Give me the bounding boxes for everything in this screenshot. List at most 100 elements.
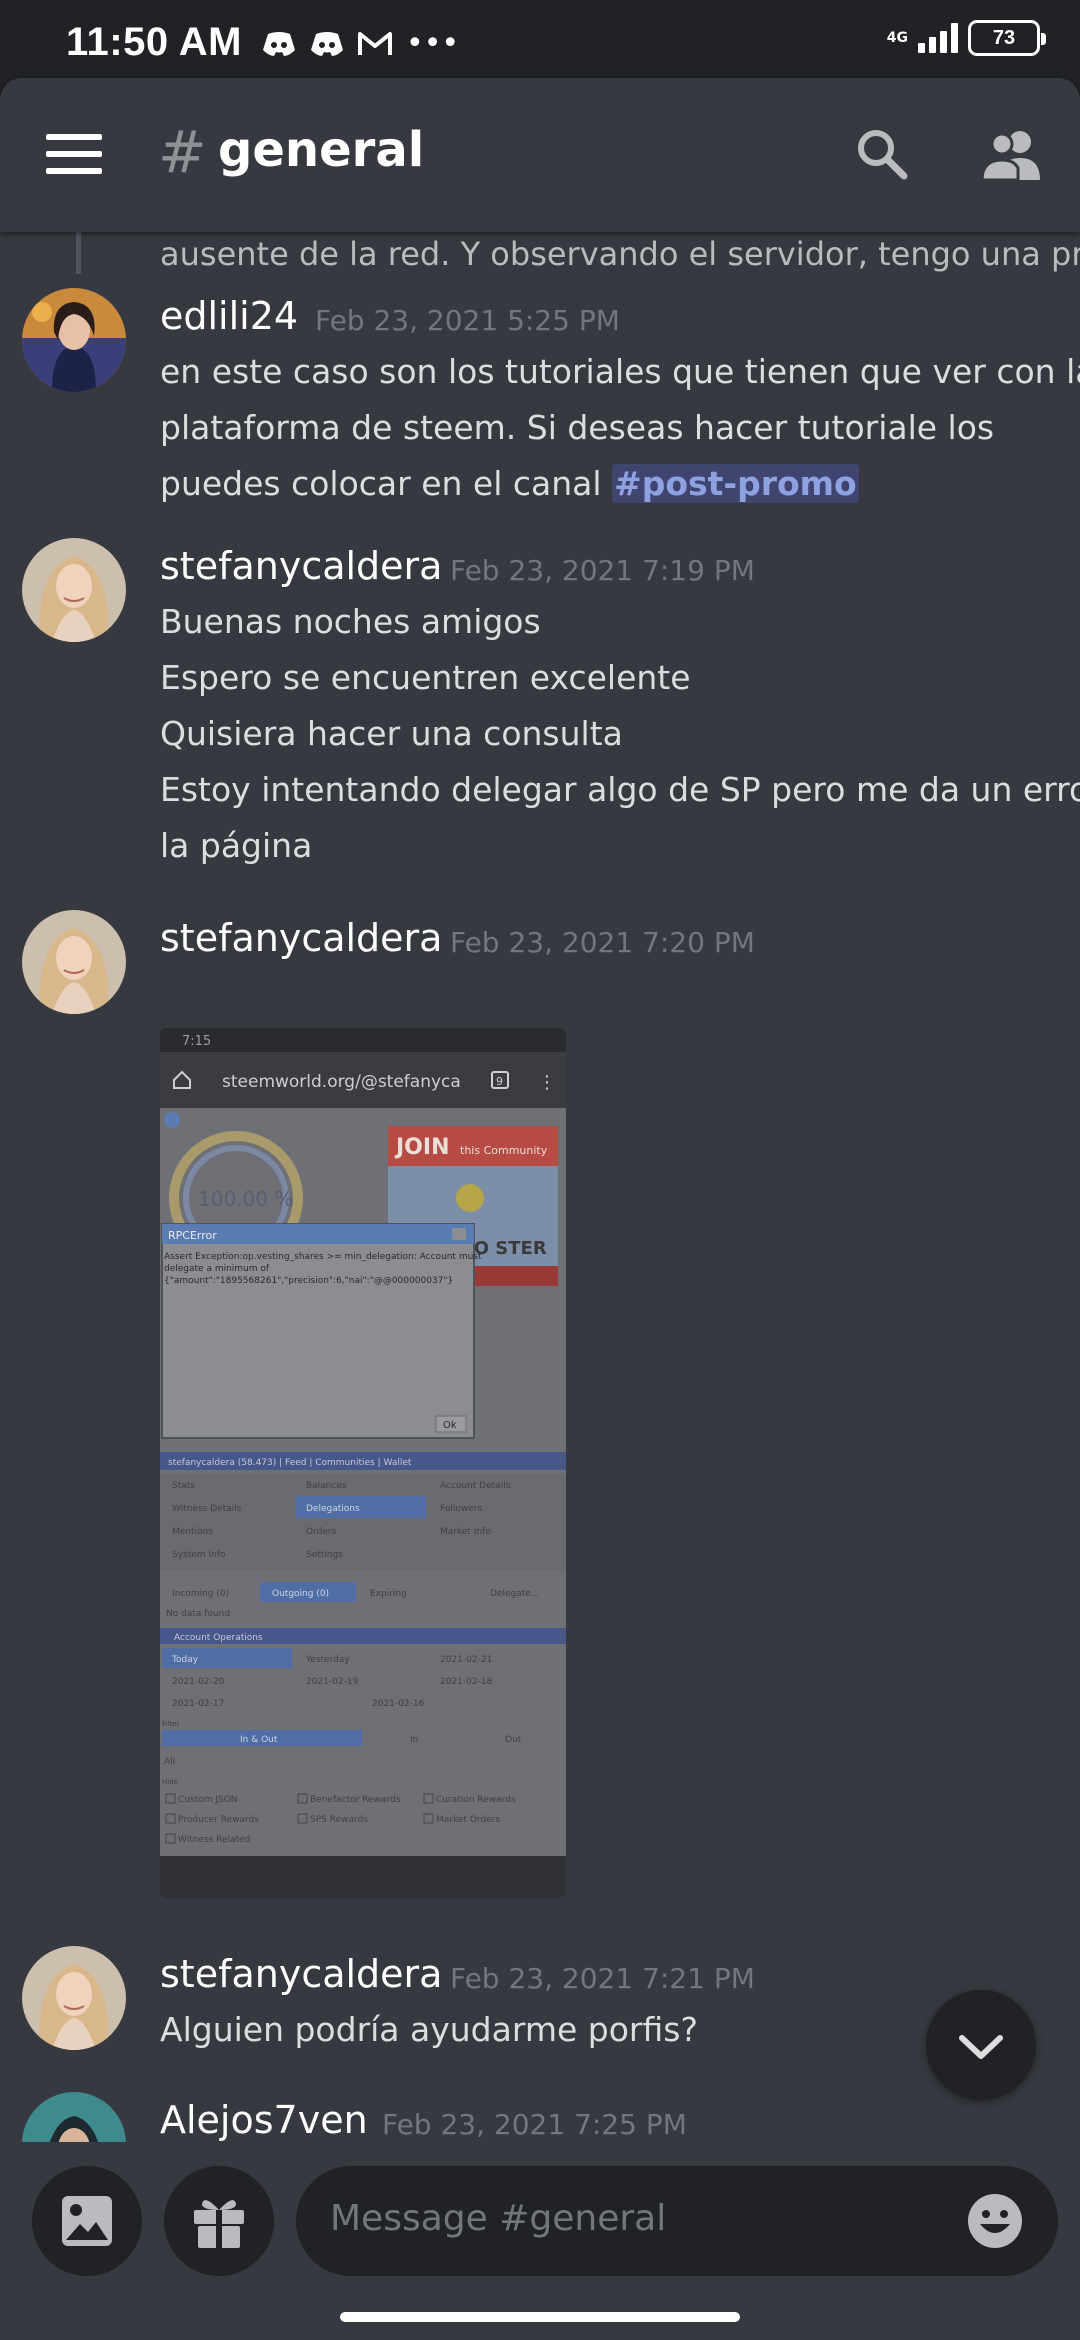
attachment-checkbox: Producer Rewards xyxy=(178,1815,259,1825)
members-icon[interactable] xyxy=(980,126,1042,182)
status-bar: 11:50 AM ••• 4G 73 xyxy=(0,0,1080,78)
attachment-checkbox: Curation Rewards xyxy=(436,1795,516,1805)
message-input[interactable]: Message #general xyxy=(296,2166,1058,2276)
attachment-menu-item: Delegations xyxy=(306,1504,360,1514)
attachment-menu-item: System Info xyxy=(172,1550,226,1560)
attachment-menu-item: Mentions xyxy=(172,1527,213,1537)
message-text: Estoy intentando delegar algo de SP pero… xyxy=(160,770,1080,809)
message-author[interactable]: Alejos7ven xyxy=(160,2098,368,2142)
attachment-menu-item: Orders xyxy=(306,1527,337,1537)
attachment-date: 2021-02-19 xyxy=(306,1677,359,1687)
channel-header: # general xyxy=(0,78,1080,232)
signal-icon xyxy=(918,23,958,53)
attachment-date: 2021-02-18 xyxy=(440,1677,493,1687)
chevron-down-icon xyxy=(959,2035,1003,2059)
avatar[interactable] xyxy=(22,910,126,1014)
attachment-dialog-text: Assert Exception:op.vesting_shares >= mi… xyxy=(164,1252,482,1262)
message-list[interactable]: ausente de la red. Y observando el servi… xyxy=(0,232,1080,2142)
network-type: 4G xyxy=(886,30,908,46)
attachment-hide-label: Hide xyxy=(162,1778,178,1786)
attachment-tab-count: 9 xyxy=(496,1075,503,1088)
message-input-placeholder: Message #general xyxy=(330,2198,667,2239)
message-timestamp: Feb 23, 2021 7:25 PM xyxy=(382,2108,687,2141)
attachment-nav: stefanycaldera (58.473) | Feed | Communi… xyxy=(168,1458,412,1468)
gift-icon xyxy=(194,2200,244,2248)
avatar[interactable] xyxy=(22,1946,126,2050)
avatar[interactable] xyxy=(22,538,126,642)
search-icon[interactable] xyxy=(854,126,910,182)
attachment-checkbox: Market Orders xyxy=(436,1815,500,1825)
image-attachment[interactable]: 7:15 steemworld.org/@stefanyca 9 ⋮ 100.0… xyxy=(160,1028,566,1898)
message-text: Quisiera hacer una consulta xyxy=(160,714,623,753)
message-text: Alguien podría ayudarme porfis? xyxy=(160,2010,698,2049)
home-indicator xyxy=(340,2312,740,2322)
attachment-dialog-title: RPCError xyxy=(168,1229,217,1242)
message-author[interactable]: stefanycaldera xyxy=(160,1952,442,1996)
channel-hash-icon: # xyxy=(158,118,207,186)
gift-button[interactable] xyxy=(164,2166,274,2276)
thread-line xyxy=(76,232,81,274)
attachment-filter-tab: Out xyxy=(505,1735,522,1745)
attachment-dialog-ok: Ok xyxy=(443,1420,457,1431)
attachment-menu-item: Witness Details xyxy=(172,1504,242,1514)
attachment-checkbox: Custom JSON xyxy=(178,1795,238,1805)
attach-image-button[interactable] xyxy=(32,2166,142,2276)
more-dots-icon: ••• xyxy=(406,26,460,61)
attachment-banner-join: JOIN xyxy=(394,1135,450,1160)
attachment-menu-item: Followers xyxy=(440,1504,482,1514)
attachment-dialog-text: delegate a minimum of xyxy=(164,1264,270,1274)
message-text: la página xyxy=(160,826,313,865)
image-icon xyxy=(62,2196,112,2246)
channel-mention-link[interactable]: #post-promo xyxy=(612,464,859,503)
composer-bar: Message #general xyxy=(0,2142,1080,2340)
attachment-tab: Outgoing (0) xyxy=(272,1589,329,1599)
message-text: ausente de la red. Y observando el servi… xyxy=(160,235,1080,273)
attachment-menu-item: Stats xyxy=(172,1481,195,1491)
attachment-no-data: No data found xyxy=(166,1609,230,1619)
svg-text:⋮: ⋮ xyxy=(538,1072,556,1093)
message-author[interactable]: stefanycaldera xyxy=(160,916,442,960)
attachment-filter-tab: In xyxy=(410,1735,418,1745)
attachment-url: steemworld.org/@stefanyca xyxy=(222,1072,461,1092)
battery-level: 73 xyxy=(992,26,1016,49)
attachment-tab: Expiring xyxy=(370,1589,407,1599)
attachment-banner-rest: this Community xyxy=(460,1144,548,1157)
message-text: en este caso son los tutoriales que tien… xyxy=(160,352,1080,391)
attachment-checkbox: SPS Rewards xyxy=(310,1815,368,1825)
message-author[interactable]: edlili24 xyxy=(160,294,298,338)
message-timestamp: Feb 23, 2021 7:21 PM xyxy=(450,1962,755,1995)
message-text: Buenas noches amigos xyxy=(160,602,541,641)
channel-title: general xyxy=(218,122,425,178)
scroll-to-bottom-button[interactable] xyxy=(926,1990,1036,2100)
attachment-date: 2021-02-16 xyxy=(372,1699,425,1709)
attachment-checkbox: Witness Related xyxy=(178,1835,250,1845)
attachment-tab: Delegate... xyxy=(490,1589,539,1599)
attachment-phone-time: 7:15 xyxy=(182,1034,211,1049)
message-text: plataforma de steem. Si deseas hacer tut… xyxy=(160,408,995,447)
attachment-all-label: All xyxy=(164,1757,175,1767)
attachment-date: Today xyxy=(171,1655,199,1665)
message-timestamp: Feb 23, 2021 7:20 PM xyxy=(450,926,755,959)
status-time: 11:50 AM xyxy=(66,20,242,64)
message-author[interactable]: stefanycaldera xyxy=(160,544,442,588)
attachment-date: 2021-02-20 xyxy=(172,1677,225,1687)
avatar[interactable] xyxy=(22,2092,126,2142)
attachment-date: Yesterday xyxy=(305,1655,350,1665)
avatar[interactable] xyxy=(22,288,126,392)
message-timestamp: Feb 23, 2021 5:25 PM xyxy=(315,304,620,337)
emoji-icon[interactable] xyxy=(966,2192,1024,2250)
attachment-dialog-text: {"amount":"1895568261","precision":6,"na… xyxy=(164,1276,453,1286)
message-text: puedes colocar en el canal #post-promo xyxy=(160,462,859,506)
attachment-checkbox: Benefactor Rewards xyxy=(310,1795,401,1805)
discord-icon xyxy=(311,31,343,56)
message-text: Espero se encuentren excelente xyxy=(160,658,691,697)
attachment-menu-item: Balances xyxy=(306,1481,347,1491)
attachment-filter-tab: In & Out xyxy=(240,1735,278,1745)
gmail-icon xyxy=(358,31,392,55)
attachment-menu-item: Market Info xyxy=(440,1527,491,1537)
menu-icon[interactable] xyxy=(46,134,102,174)
attachment-menu-item: Account Details xyxy=(440,1481,511,1491)
attachment-filter-label: Filter xyxy=(162,1720,179,1728)
attachment-gauge: 100.00 % xyxy=(198,1187,293,1211)
message-timestamp: Feb 23, 2021 7:19 PM xyxy=(450,554,755,587)
